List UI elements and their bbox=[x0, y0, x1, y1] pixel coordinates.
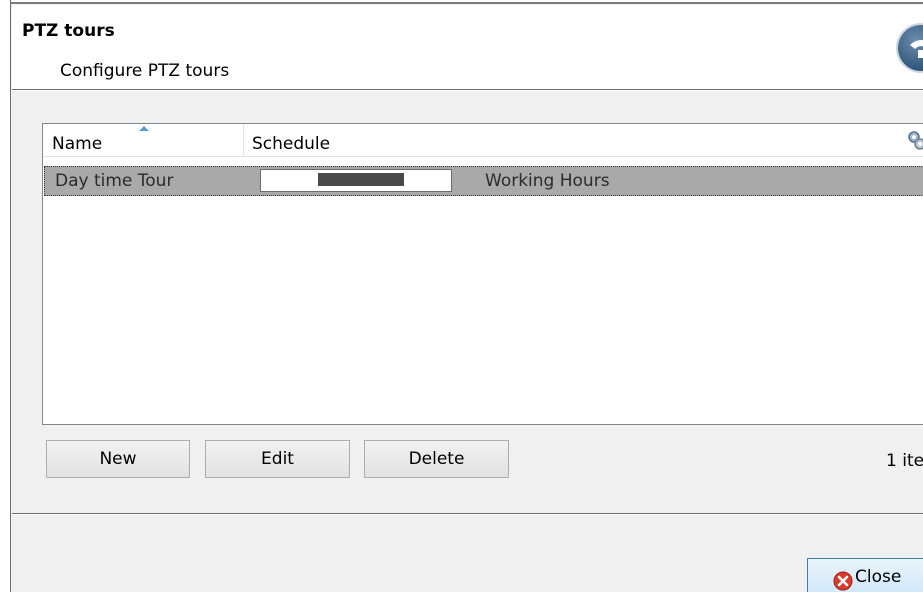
column-settings-icon[interactable] bbox=[905, 129, 923, 151]
header-divider-highlight bbox=[12, 90, 923, 91]
item-count: 1 ite bbox=[886, 451, 923, 471]
column-header-name[interactable]: Name bbox=[43, 124, 244, 156]
column-header-name-label: Name bbox=[52, 134, 103, 154]
dialog-title: PTZ tours bbox=[22, 21, 115, 41]
schedule-active-period bbox=[318, 173, 404, 186]
tours-list[interactable]: Name Schedule Day time Tour Working Hour… bbox=[42, 123, 923, 425]
window-frame-left bbox=[0, 0, 11, 592]
tour-name-cell: Day time Tour bbox=[55, 171, 174, 191]
footer-divider-highlight bbox=[12, 514, 923, 515]
close-button-label: Close bbox=[855, 567, 902, 587]
dialog-subtitle: Configure PTZ tours bbox=[60, 61, 230, 81]
help-icon[interactable] bbox=[898, 25, 923, 71]
dialog-header: PTZ tours Configure PTZ tours bbox=[12, 5, 923, 89]
delete-button[interactable]: Delete bbox=[364, 440, 509, 478]
window-frame-top bbox=[0, 0, 923, 4]
close-button[interactable]: Close bbox=[807, 558, 923, 592]
schedule-timeline bbox=[260, 169, 452, 192]
column-header-schedule[interactable]: Schedule bbox=[244, 124, 894, 156]
ptz-tours-dialog: PTZ tours Configure PTZ tours Name Sched… bbox=[0, 0, 923, 592]
new-button[interactable]: New bbox=[46, 440, 190, 478]
table-row[interactable]: Day time Tour Working Hours bbox=[44, 166, 923, 196]
edit-button[interactable]: Edit bbox=[205, 440, 350, 478]
list-header: Name Schedule bbox=[43, 124, 923, 157]
schedule-name-cell: Working Hours bbox=[485, 171, 610, 191]
sort-ascending-icon bbox=[139, 126, 149, 131]
column-header-schedule-label: Schedule bbox=[252, 134, 331, 154]
close-icon bbox=[833, 568, 853, 592]
